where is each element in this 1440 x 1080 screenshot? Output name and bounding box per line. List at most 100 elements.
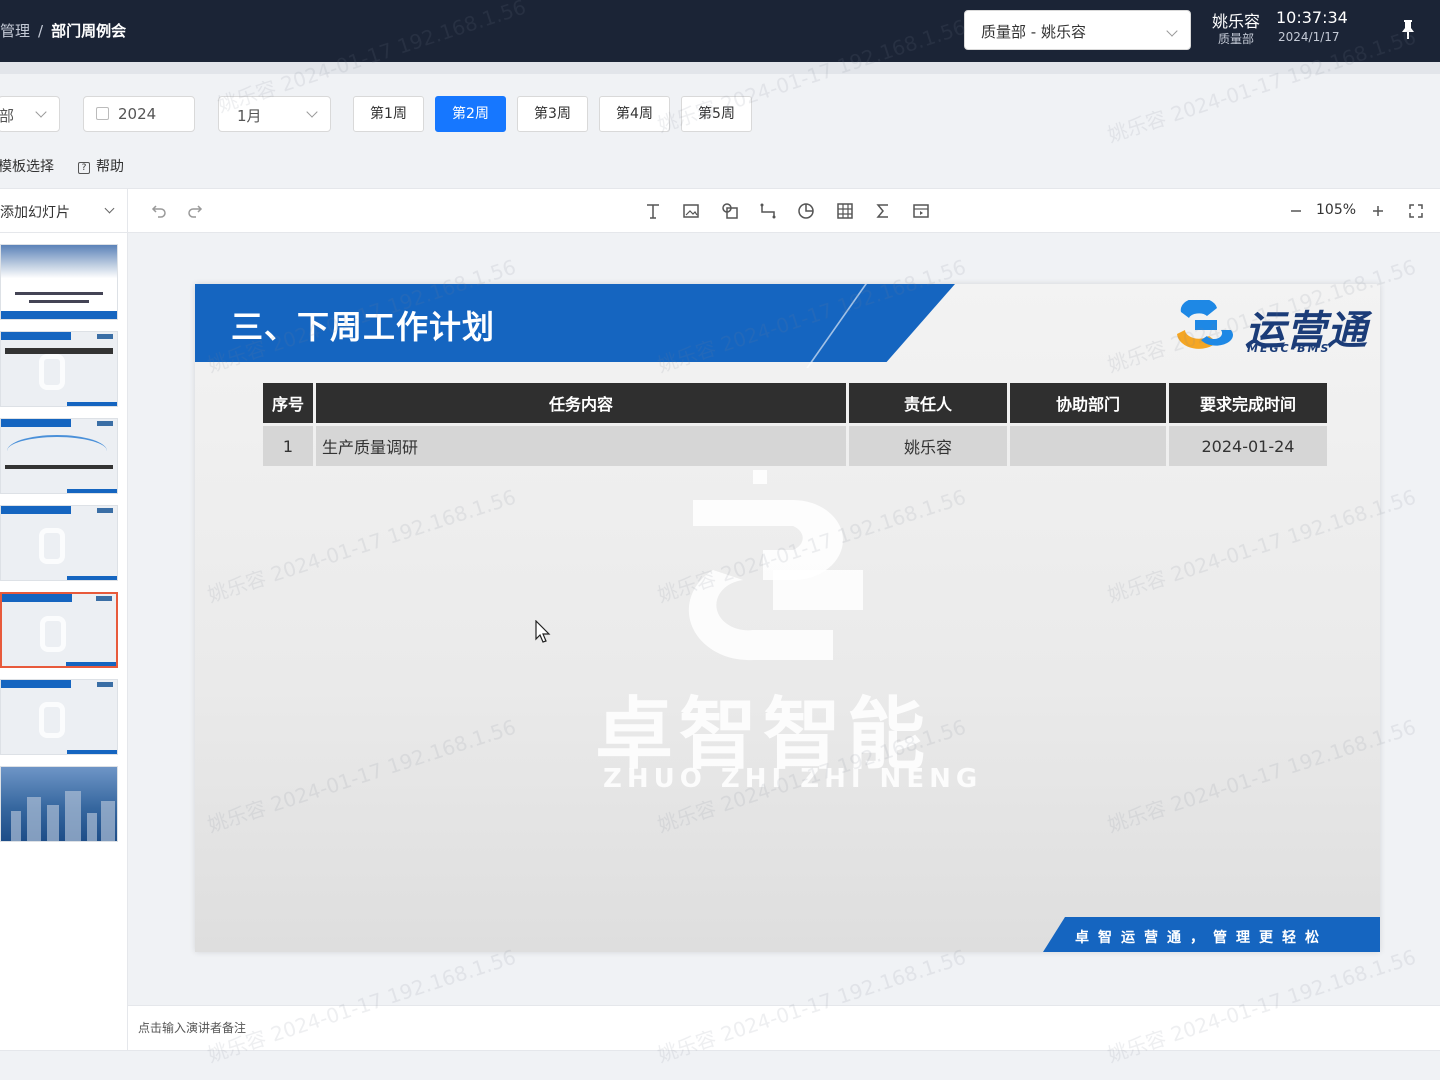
thumb-band [1,311,117,319]
department-user-select[interactable]: 质量部 - 姚乐容 [964,10,1191,50]
slide-canvas[interactable]: 三、下周工作计划 运营通 MEGC-BMS 序号 任务内容 责任人 协助部门 要… [195,284,1380,952]
slide-thumbnail-selected[interactable] [0,592,118,668]
thumb-watermark [39,528,65,564]
mouse-cursor-icon [535,620,551,643]
help-icon: ? [78,162,90,174]
thumb-chart [7,435,107,467]
text-icon[interactable] [643,201,663,221]
chevron-down-icon[interactable] [104,203,115,214]
thumb-band [1,506,71,514]
shape-icon[interactable] [720,201,740,221]
chevron-down-icon [1166,25,1178,37]
slide-thumbnail[interactable] [0,418,118,494]
thumb-band [2,594,72,602]
slide-thumbnail[interactable] [0,331,118,407]
chevron-down-icon [306,106,318,118]
calendar-icon [96,107,109,120]
breadcrumb: 管理 / 部门周例会 [0,20,126,41]
department-filter-value: 部 [0,107,15,125]
chevron-down-icon [35,106,47,118]
slide-thumbnail[interactable] [0,244,118,320]
user-department: 质量部 [1218,32,1255,46]
template-select-link[interactable]: 模板选择 [0,156,54,176]
thumb-table [5,465,113,469]
thumb-logo [97,421,113,426]
thumb-text [29,300,89,303]
help-link[interactable]: ? 帮助 [78,156,124,176]
user-info: 姚乐容 10:37:34 质量部 2024/1/17 [1212,8,1372,48]
speaker-notes-placeholder[interactable]: 点击输入演讲者备注 [138,1019,246,1036]
current-time: 10:37:34 [1276,8,1348,27]
column-header: 协助部门 [1010,383,1166,423]
table-header-row: 序号 任务内容 责任人 协助部门 要求完成时间 [263,383,1327,423]
month-select-value: 1月 [237,107,262,125]
watermark-logo-icon [688,470,863,661]
slide-thumbnail[interactable] [0,766,118,842]
table-cell[interactable]: 生产质量调研 [316,426,846,466]
formula-icon[interactable] [873,201,893,221]
thumb-watermark [39,354,65,390]
redo-icon[interactable] [186,201,206,221]
slide-thumbnail[interactable] [0,505,118,581]
table-icon[interactable] [835,201,855,221]
breadcrumb-separator: / [38,22,44,40]
slogan-text: 卓智运营通，管理更轻松 [1075,930,1328,946]
column-header: 序号 [263,383,313,423]
current-date: 2024/1/17 [1278,30,1340,44]
table-row[interactable]: 1 生产质量调研 姚乐容 2024-01-24 [263,426,1327,466]
thumb-building [87,813,97,841]
undo-icon[interactable] [148,201,168,221]
week-5-button[interactable]: 第5周 [681,96,752,132]
slide-thumbnail[interactable] [0,679,118,755]
speaker-notes-bar[interactable]: 点击输入演讲者备注 [128,1005,1440,1050]
zoom-in-icon[interactable] [1368,201,1388,221]
zoom-out-icon[interactable] [1286,201,1306,221]
add-slide-button[interactable]: 添加幻灯片 [0,202,70,222]
brand-logo-icon [1177,300,1233,349]
week-4-button[interactable]: 第4周 [599,96,670,132]
thumb-building [11,811,21,841]
watermark-company-pinyin: ZHUO ZHI ZHI NENG [603,764,983,794]
header-divider [0,62,1440,74]
month-select[interactable]: 1月 [218,96,331,132]
toolbar-divider [127,189,128,234]
table-cell[interactable] [1010,426,1166,466]
pin-icon[interactable] [1398,18,1418,40]
table-cell[interactable]: 姚乐容 [849,426,1007,466]
thumb-band [67,750,117,754]
thumb-band [67,576,117,580]
user-name: 姚乐容 [1212,12,1261,31]
chart-icon[interactable] [796,201,816,221]
media-icon[interactable] [911,201,931,221]
thumb-logo [97,334,113,339]
thumb-watermark [39,702,65,738]
thumb-table [5,348,113,354]
department-user-select-value: 质量部 - 姚乐容 [981,23,1086,41]
work-plan-table[interactable]: 序号 任务内容 责任人 协助部门 要求完成时间 1 生产质量调研 姚乐容 202… [260,380,1330,469]
year-picker[interactable]: 2024 [83,96,195,132]
connector-icon[interactable] [758,201,778,221]
thumb-band [67,489,117,493]
week-2-button[interactable]: 第2周 [435,96,506,132]
thumb-logo [97,508,113,513]
table-cell[interactable]: 2024-01-24 [1169,426,1327,466]
thumb-building [47,805,59,841]
breadcrumb-parent[interactable]: 管理 [0,22,30,40]
thumb-band [67,402,117,406]
thumb-band [1,332,71,340]
week-3-button[interactable]: 第3周 [517,96,588,132]
week-1-button[interactable]: 第1周 [353,96,424,132]
table-cell[interactable]: 1 [263,426,313,466]
thumb-building [27,797,41,841]
brand-subtitle: MEGC-BMS [1247,342,1331,355]
column-header: 任务内容 [316,383,846,423]
column-header: 要求完成时间 [1169,383,1327,423]
image-icon[interactable] [681,201,701,221]
breadcrumb-current: 部门周例会 [51,22,127,40]
year-picker-value: 2024 [118,105,157,123]
bottom-strip [0,1050,1440,1080]
department-filter[interactable]: 部 [0,96,60,132]
slide-title[interactable]: 三、下周工作计划 [231,302,495,348]
fullscreen-icon[interactable] [1406,201,1426,221]
thumb-band [1,680,71,688]
